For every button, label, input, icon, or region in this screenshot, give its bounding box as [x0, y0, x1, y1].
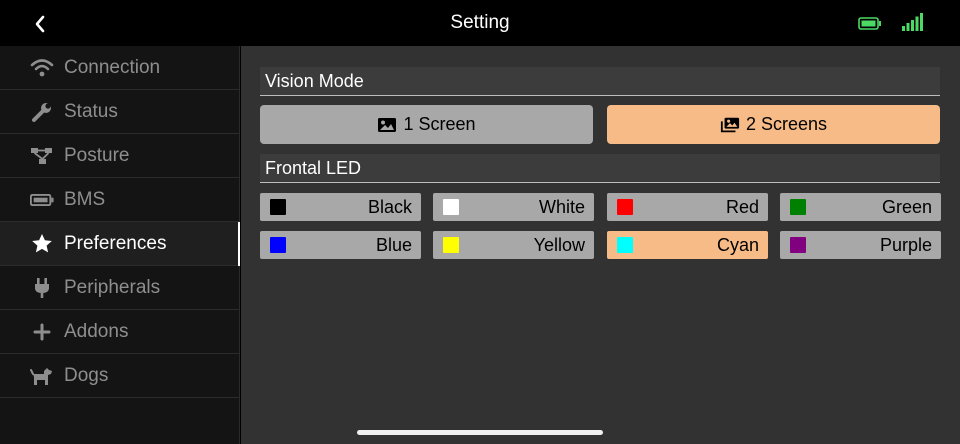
sidebar-item-bms[interactable]: BMS — [0, 178, 240, 222]
page-title: Setting — [450, 12, 510, 33]
wifi-icon — [30, 56, 54, 80]
led-option-label: Purple — [879, 235, 932, 255]
color-swatch — [617, 237, 633, 253]
led-option-label: Red — [725, 197, 759, 217]
led-option-label: Blue — [375, 235, 412, 255]
led-option-white[interactable]: White — [433, 193, 594, 221]
color-swatch — [790, 237, 806, 253]
vision-mode-2-screens-button[interactable]: 2 Screens — [607, 105, 940, 144]
images-icon — [720, 116, 740, 134]
sidebar-item-connection[interactable]: Connection — [0, 46, 240, 90]
battery-status-icon — [858, 17, 881, 30]
signal-strength-icon — [902, 13, 923, 31]
sidebar-item-label: Preferences — [64, 232, 167, 254]
color-swatch — [270, 199, 286, 215]
battery-icon — [30, 188, 54, 212]
home-indicator[interactable] — [357, 430, 603, 435]
led-option-label: Black — [367, 197, 412, 217]
led-option-label: Yellow — [533, 235, 585, 255]
sidebar-item-label: Peripherals — [64, 276, 161, 298]
sidebar-item-peripherals[interactable]: Peripherals — [0, 266, 240, 310]
sidebar-item-preferences[interactable]: Preferences — [0, 222, 240, 266]
color-swatch — [443, 199, 459, 215]
sidebar-item-label: Connection — [64, 56, 161, 78]
vision-mode-label: 2 Screens — [745, 114, 828, 134]
vision-mode-header: Vision Mode — [260, 67, 940, 96]
sidebar-item-dogs[interactable]: Dogs — [0, 354, 240, 398]
star-icon — [30, 232, 54, 256]
preferences-panel: Vision Mode 1 Screen 2 Screens Frontal L… — [241, 46, 960, 444]
plug-icon — [30, 276, 54, 300]
sidebar-item-label: BMS — [64, 188, 106, 210]
dog-icon — [30, 364, 54, 388]
led-option-label: Green — [881, 197, 932, 217]
frontal-led-header: Frontal LED — [260, 154, 940, 183]
vision-mode-label: 1 Screen — [403, 114, 476, 134]
wrench-icon — [30, 100, 54, 124]
sidebar-item-label: Dogs — [64, 364, 109, 386]
led-option-label: Cyan — [716, 235, 759, 255]
top-bar: Setting — [0, 0, 960, 46]
led-option-yellow[interactable]: Yellow — [433, 231, 594, 259]
sidebar: Connection Status Posture BMS Preference… — [0, 46, 240, 444]
led-option-black[interactable]: Black — [260, 193, 421, 221]
section-title: Vision Mode — [265, 71, 364, 91]
sidebar-item-status[interactable]: Status — [0, 90, 240, 134]
led-option-label: White — [538, 197, 585, 217]
posture-icon — [30, 144, 54, 168]
led-option-cyan[interactable]: Cyan — [607, 231, 768, 259]
section-title: Frontal LED — [265, 158, 362, 178]
color-swatch — [443, 237, 459, 253]
color-swatch — [617, 199, 633, 215]
sidebar-item-label: Addons — [64, 320, 129, 342]
sidebar-item-posture[interactable]: Posture — [0, 134, 240, 178]
sidebar-item-label: Status — [64, 100, 118, 122]
image-icon — [377, 116, 397, 134]
led-option-purple[interactable]: Purple — [780, 231, 941, 259]
color-swatch — [790, 199, 806, 215]
led-option-green[interactable]: Green — [780, 193, 941, 221]
led-option-blue[interactable]: Blue — [260, 231, 421, 259]
vision-mode-1-screen-button[interactable]: 1 Screen — [260, 105, 593, 144]
plus-icon — [30, 320, 54, 344]
color-swatch — [270, 237, 286, 253]
sidebar-item-label: Posture — [64, 144, 130, 166]
sidebar-item-addons[interactable]: Addons — [0, 310, 240, 354]
led-option-red[interactable]: Red — [607, 193, 768, 221]
